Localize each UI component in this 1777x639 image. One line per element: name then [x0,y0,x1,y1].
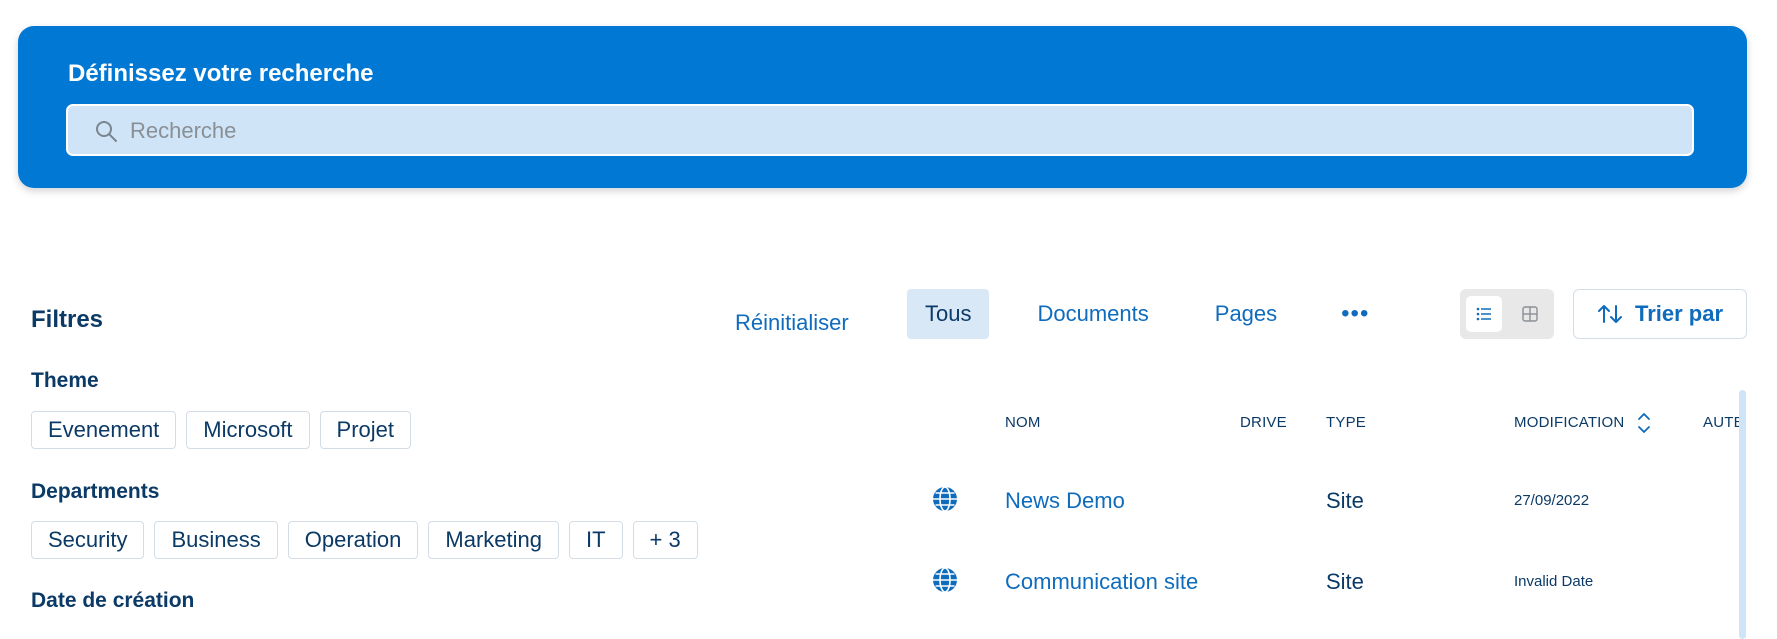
filter-chip[interactable]: Microsoft [186,411,310,449]
search-field[interactable] [66,104,1694,156]
reset-filters-link[interactable]: Réinitialiser [735,310,849,336]
column-header-auteur[interactable]: AUTE [1703,414,1744,431]
filters-title: Filtres [31,306,104,333]
filter-chip[interactable]: IT [568,521,623,559]
tab-documents[interactable]: Documents [1037,289,1148,339]
view-toggle [1460,289,1554,339]
filter-chip[interactable]: Security [31,521,145,559]
filter-group-departments-chips: Security Business Operation Marketing IT… [31,521,698,559]
column-sort-icon[interactable] [1636,410,1652,436]
results-scrollbar[interactable] [1739,390,1746,639]
tab-tous[interactable]: Tous [907,289,990,339]
filter-chip-more[interactable]: + 3 [632,521,698,559]
filter-group-theme-chips: Evenement Microsoft Projet [31,411,412,449]
search-title: Définissez votre recherche [68,60,374,87]
more-tabs-button[interactable]: ••• [1341,289,1369,339]
globe-icon [933,486,957,512]
result-modified-date: 27/09/2022 [1514,492,1590,509]
result-modified-date: Invalid Date [1514,573,1594,590]
search-input[interactable] [128,106,1632,156]
search-icon [96,121,117,142]
tab-pages[interactable]: Pages [1215,289,1277,339]
filter-chip[interactable]: Projet [319,411,412,449]
list-view-icon [1476,307,1491,321]
filter-chip[interactable]: Marketing [428,521,559,559]
sort-arrows-icon [1597,305,1622,323]
filter-chip[interactable]: Evenement [31,411,177,449]
result-name-link[interactable]: News Demo [1005,488,1125,514]
result-tabs: Tous Documents Pages ••• [907,289,1369,339]
column-header-type[interactable]: TYPE [1326,414,1366,431]
column-header-nom[interactable]: NOM [1005,414,1041,431]
filter-chip[interactable]: Business [154,521,278,559]
filter-chip[interactable]: Operation [287,521,419,559]
grid-view-icon [1522,306,1538,322]
result-name-link[interactable]: Communication site [1005,569,1198,595]
filter-group-departments-label: Departments [31,480,160,503]
grid-view-button[interactable] [1512,296,1548,332]
filter-group-theme-label: Theme [31,369,99,392]
result-type: Site [1326,488,1364,513]
sort-button-label: Trier par [1634,301,1724,326]
column-header-drive[interactable]: DRIVE [1240,414,1287,431]
result-type: Site [1326,569,1364,594]
sort-button[interactable]: Trier par [1573,289,1747,339]
globe-icon [933,567,957,593]
list-view-button[interactable] [1466,296,1502,332]
filter-group-date-label: Date de création [31,589,195,612]
search-banner: Définissez votre recherche [18,26,1747,188]
column-header-modification[interactable]: MODIFICATION [1514,414,1624,431]
